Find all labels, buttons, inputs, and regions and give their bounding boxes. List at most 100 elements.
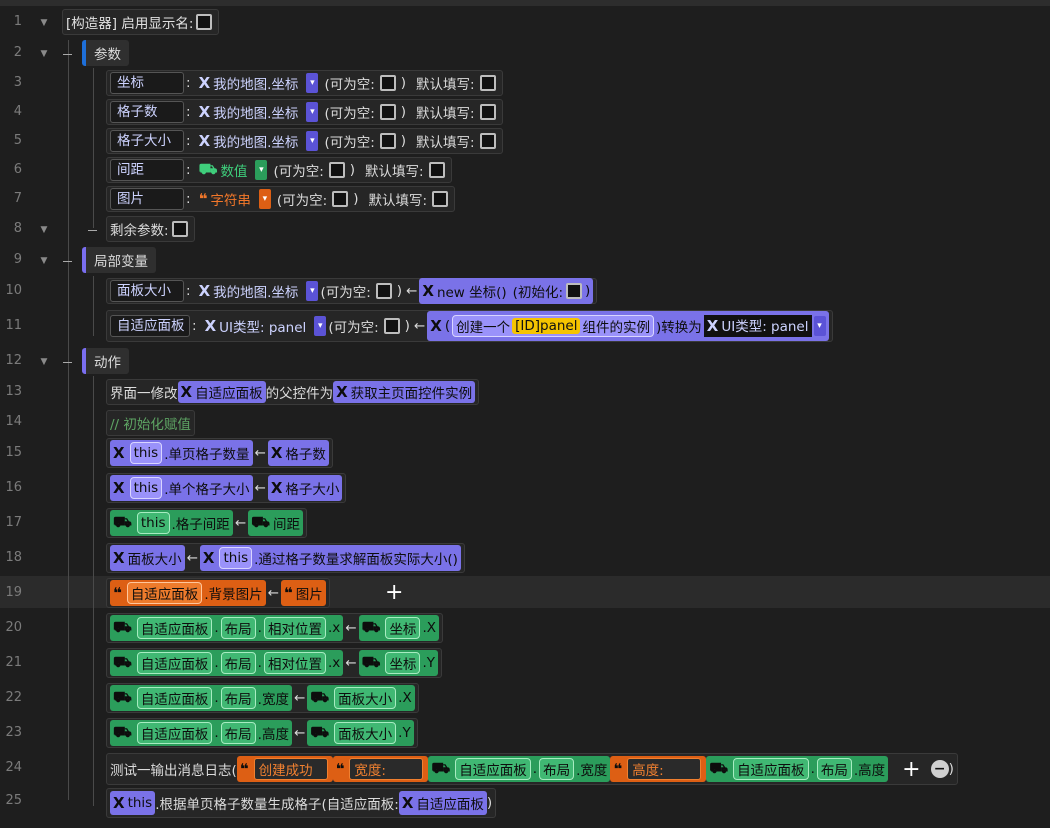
string-arg[interactable]: ❝ 创建成功	[236, 756, 333, 782]
this-ref[interactable]: this	[219, 547, 253, 569]
ref-label[interactable]: 自适应面板	[136, 687, 213, 709]
ref-label[interactable]: 面板大小	[334, 687, 397, 709]
nullable-checkbox[interactable]	[332, 191, 349, 207]
prop-ref[interactable]: 布局	[220, 617, 256, 639]
action-row[interactable]: ⛟ 自适应面板. 布局 .高度 ← ⛟ 面板大小 .Y	[106, 718, 418, 748]
call-block[interactable]: Xthis	[110, 791, 156, 815]
chevron-down-icon[interactable]: ▾	[258, 189, 271, 209]
action-row[interactable]: Xthis .单个格子大小 ← X 格子大小	[106, 473, 347, 503]
prop-ref[interactable]: 布局	[816, 758, 852, 780]
default-checkbox[interactable]	[479, 75, 496, 91]
string-arg[interactable]: ❝ 宽度:	[332, 756, 429, 782]
ref-label[interactable]: 自适应面板	[136, 652, 213, 674]
chevron-down-icon[interactable]: ▾	[306, 131, 319, 151]
rest-params-checkbox[interactable]	[171, 221, 188, 237]
default-checkbox[interactable]	[479, 104, 496, 120]
collapse-arrow-icon[interactable]: ▼	[38, 356, 50, 368]
type-selector[interactable]: X UI类型: panel	[201, 315, 311, 337]
action-row[interactable]: 界面一修改 X 自适应面板 的父控件为 X 获取主页面控件实例	[106, 379, 480, 405]
chevron-down-icon[interactable]: ▾	[306, 73, 319, 93]
nullable-checkbox[interactable]	[379, 75, 396, 91]
prop-ref[interactable]: 布局	[220, 722, 256, 744]
action-row[interactable]: ❝ 自适应面板 .背景图片 ← ❝ 图片	[106, 578, 330, 608]
default-checkbox[interactable]	[428, 162, 445, 178]
chevron-down-icon[interactable]: ▾	[314, 316, 327, 336]
this-ref[interactable]: this	[129, 477, 163, 499]
param-name-field[interactable]: 间距	[110, 159, 184, 181]
prop-ref[interactable]: 布局	[220, 687, 256, 709]
assign-target[interactable]: Xthis .单个格子大小	[110, 475, 253, 501]
prop-ref[interactable]: 相对位置	[263, 652, 326, 674]
var-ref[interactable]: ⛟ 面板大小 .X	[307, 685, 415, 711]
locals-section-header[interactable]: 局部变量	[82, 247, 156, 273]
add-arg-icon[interactable]: +	[902, 757, 920, 782]
chevron-down-icon[interactable]: ▾	[255, 160, 268, 180]
assign-target[interactable]: Xthis .单页格子数量	[110, 440, 253, 466]
collapse-arrow-icon[interactable]: ▼	[38, 224, 50, 236]
actions-section-header[interactable]: 动作	[82, 348, 129, 374]
prop-ref[interactable]: 布局	[220, 652, 256, 674]
default-checkbox[interactable]	[432, 191, 449, 207]
var-ref[interactable]: ⛟ 坐标 .X	[358, 615, 439, 641]
local-var-name-field[interactable]: 面板大小	[110, 280, 184, 302]
cast-block[interactable]: X(创建一个 [ID]panel 组件的实例)转换为 X UI类型: panel ▾	[427, 311, 829, 341]
nullable-checkbox[interactable]	[375, 283, 392, 299]
add-icon[interactable]: +	[385, 582, 403, 604]
param-name-field[interactable]: 格子大小	[110, 130, 184, 152]
var-ref[interactable]: X 自适应面板	[177, 381, 266, 403]
default-checkbox[interactable]	[479, 133, 496, 149]
action-row[interactable]: ⛟ 自适应面板. 布局. 相对位置 .x ← ⛟ 坐标 .X	[106, 613, 443, 643]
type-selector[interactable]: ⛟ 数值	[195, 159, 252, 181]
ref-label[interactable]: 自适应面板	[136, 617, 213, 639]
this-ref[interactable]: this	[136, 512, 170, 534]
assign-target[interactable]: ⛟ 自适应面板. 布局. 相对位置 .x	[110, 615, 344, 641]
call-block[interactable]: Xthis .通过格子数量求解面板实际大小()	[199, 545, 461, 571]
call-block[interactable]: X 获取主页面控件实例	[333, 381, 476, 403]
string-arg[interactable]: ❝ 高度:	[610, 756, 707, 782]
var-ref[interactable]: X 格子数	[267, 440, 329, 466]
show-name-checkbox[interactable]	[196, 14, 213, 30]
component-id-input[interactable]: [ID]panel	[512, 318, 581, 334]
var-ref[interactable]: ⛟ 坐标 .Y	[358, 650, 438, 676]
var-ref[interactable]: ❝ 图片	[280, 580, 326, 606]
ref-label[interactable]: 自适应面板	[136, 722, 213, 744]
new-coord-block[interactable]: Xnew 坐标() (初始化:)	[419, 278, 594, 304]
action-row[interactable]: X 面板大小 ← Xthis .通过格子数量求解面板实际大小()	[106, 543, 465, 573]
nullable-checkbox[interactable]	[328, 162, 345, 178]
nullable-checkbox[interactable]	[383, 318, 400, 334]
collapse-arrow-icon[interactable]: ▼	[38, 255, 50, 267]
ref-label[interactable]: 坐标	[385, 652, 421, 674]
action-row[interactable]: ⛟ this .格子间距 ← ⛟ 间距	[106, 508, 307, 538]
type-selector[interactable]: X 我的地图.坐标	[195, 280, 303, 302]
ref-label[interactable]: 自适应面板	[455, 758, 531, 780]
prop-ref[interactable]: 相对位置	[263, 617, 326, 639]
chevron-down-icon[interactable]: ▾	[813, 316, 826, 336]
init-checkbox[interactable]	[566, 283, 582, 299]
param-name-field[interactable]: 格子数	[110, 101, 184, 123]
param-name-field[interactable]: 坐标	[110, 72, 184, 94]
ref-label[interactable]: 面板大小	[334, 722, 397, 744]
action-row[interactable]: Xthis .根据单页格子数量生成格子(自适应面板: X 自适应面板 )	[106, 788, 497, 818]
assign-target[interactable]: ⛟ 自适应面板. 布局. 相对位置 .x	[110, 650, 344, 676]
collapse-arrow-icon[interactable]: ▼	[38, 17, 50, 29]
type-selector[interactable]: X 我的地图.坐标	[195, 72, 303, 94]
comment-row[interactable]: // 初始化赋值	[106, 410, 195, 436]
action-row[interactable]: Xthis .单页格子数量 ← X 格子数	[106, 438, 333, 468]
number-arg[interactable]: ⛟ 自适应面板. 布局 .宽度	[428, 756, 611, 782]
chevron-down-icon[interactable]: ▾	[306, 102, 319, 122]
type-selector[interactable]: ❝ 字符串	[195, 188, 255, 210]
nullable-checkbox[interactable]	[379, 104, 396, 120]
assign-target[interactable]: ⛟ 自适应面板. 布局 .宽度	[110, 685, 292, 711]
type-selector[interactable]: X 我的地图.坐标	[195, 101, 303, 123]
var-ref[interactable]: ⛟ 间距	[248, 510, 303, 536]
collapse-arrow-icon[interactable]: ▼	[38, 48, 50, 60]
action-row[interactable]: ⛟ 自适应面板. 布局. 相对位置 .x ← ⛟ 坐标 .Y	[106, 648, 442, 678]
ref-label[interactable]: 坐标	[385, 617, 421, 639]
action-row[interactable]: ⛟ 自适应面板. 布局 .宽度 ← ⛟ 面板大小 .X	[106, 683, 419, 713]
comment-text[interactable]: // 初始化赋值	[110, 413, 191, 433]
string-input[interactable]: 宽度:	[349, 758, 424, 780]
var-ref[interactable]: X 面板大小	[110, 545, 185, 571]
prop-ref[interactable]: 布局	[539, 758, 575, 780]
nullable-checkbox[interactable]	[379, 133, 396, 149]
param-name-field[interactable]: 图片	[110, 188, 184, 210]
